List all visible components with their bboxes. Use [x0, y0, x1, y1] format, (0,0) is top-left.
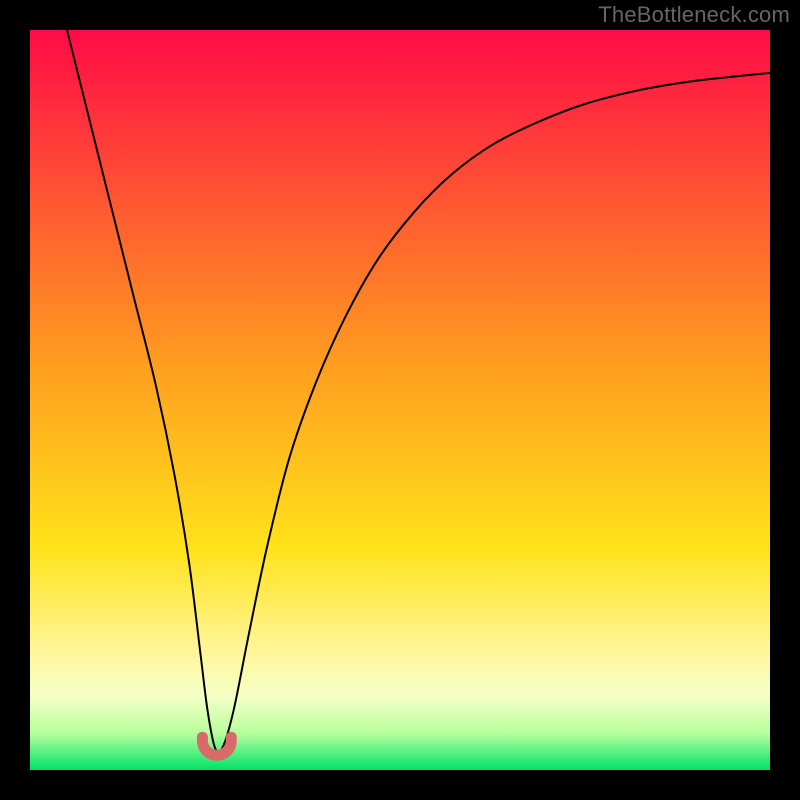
chart-frame: TheBottleneck.com: [0, 0, 800, 800]
plot-background: [30, 30, 770, 770]
bottleneck-chart: [30, 30, 770, 770]
watermark-label: TheBottleneck.com: [598, 2, 790, 28]
